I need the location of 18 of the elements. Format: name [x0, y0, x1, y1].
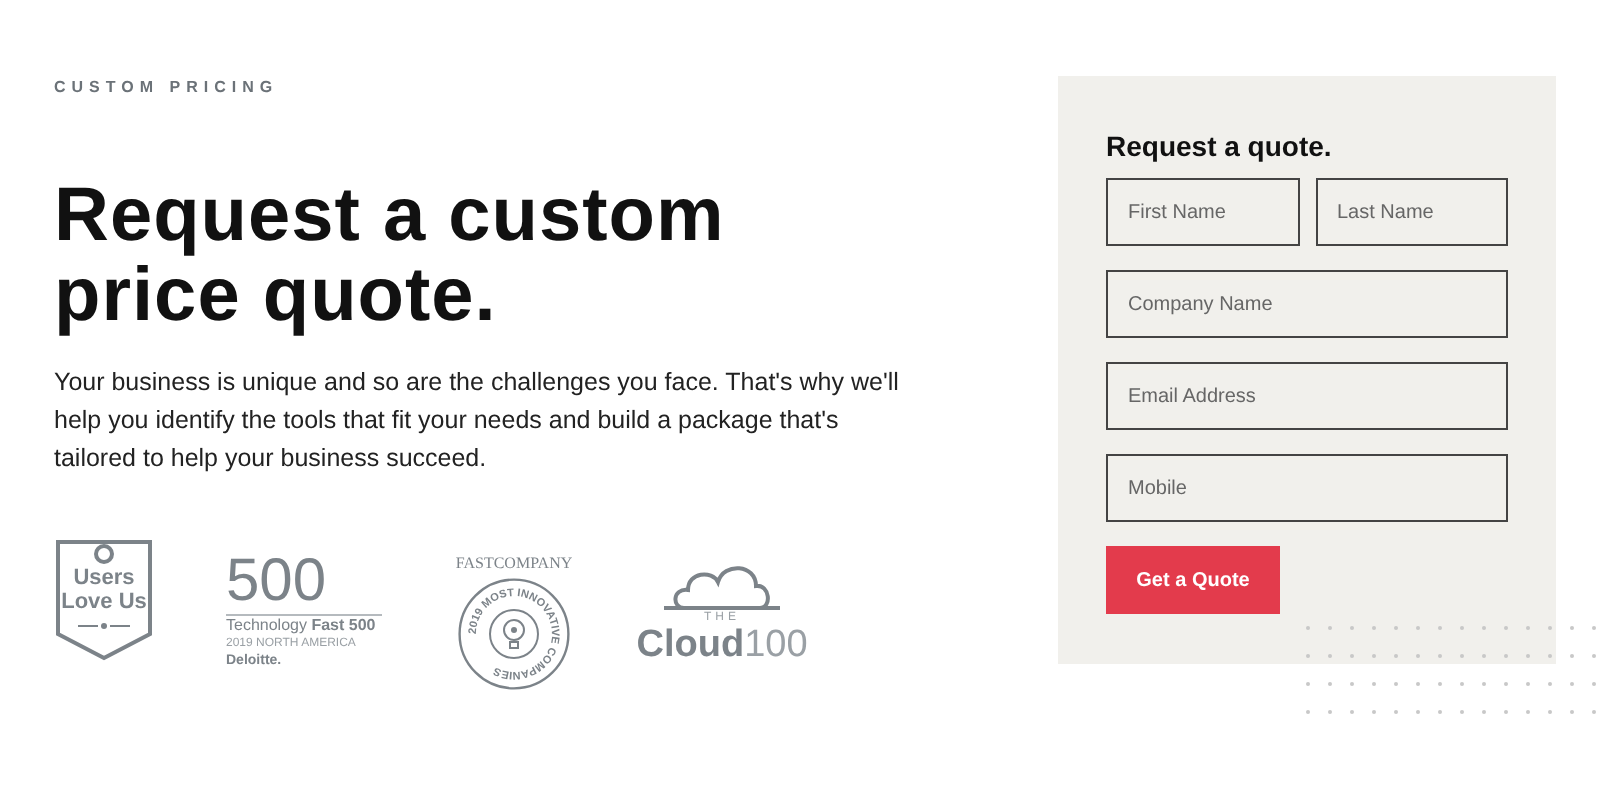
form-title: Request a quote.	[1106, 130, 1334, 162]
badge-text: Love Us	[61, 590, 147, 614]
input-field[interactable]: Email Address	[1106, 362, 1508, 430]
page-heading: Request a custom price quote.	[54, 176, 727, 336]
input-field[interactable]: First Name	[1106, 178, 1299, 246]
award-title: Cloud	[636, 626, 745, 666]
award-number: 100	[744, 626, 808, 666]
brand-text: FASTCOMPANY	[455, 554, 573, 574]
input-field[interactable]: Mobile	[1106, 454, 1508, 522]
shield-badge-drawing	[54, 538, 154, 662]
input-field[interactable]: Company Name	[1106, 270, 1508, 338]
eyebrow-label: CUSTOM PRICING	[54, 76, 281, 100]
award-number: 500	[226, 554, 329, 610]
submit-button[interactable]: Get a Quote	[1106, 546, 1280, 614]
intro-paragraph: Your business is unique and so are the challenges you face. That's why we'll help you identify the tools that fit your needs and build a package that's tailored to help your business succeed.	[54, 366, 901, 476]
badge-text: Users	[73, 566, 135, 590]
input-field[interactable]: Last Name	[1315, 178, 1508, 246]
award-text: Technology Fast 500	[226, 616, 378, 636]
